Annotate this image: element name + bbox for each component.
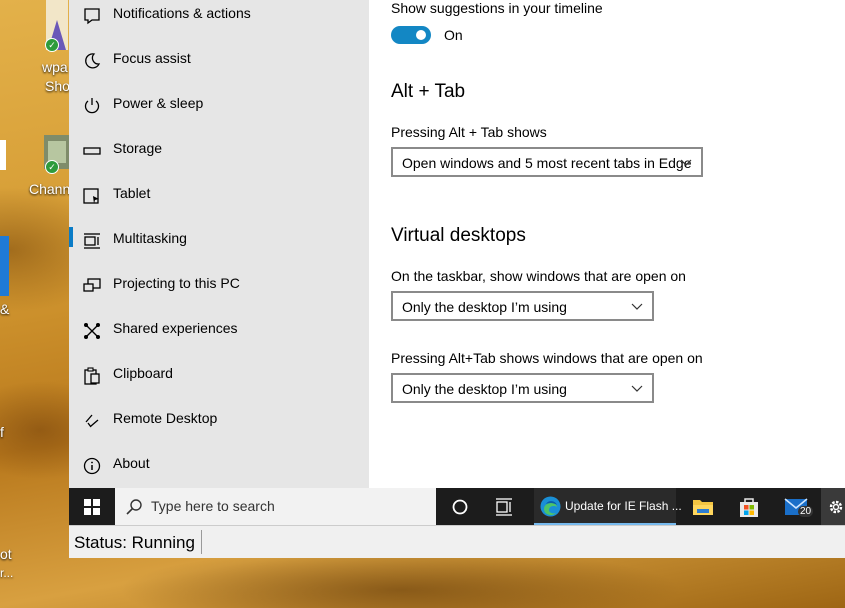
search-placeholder: Type here to search	[151, 498, 275, 514]
sidebar-item-projecting[interactable]: Projecting to this PC	[69, 266, 369, 311]
status-text: Status: Running	[74, 533, 195, 552]
sidebar-item-label: Focus assist	[113, 50, 191, 66]
sidebar-item-label: Multitasking	[113, 230, 187, 246]
power-icon	[84, 98, 100, 114]
edge-browser-icon	[540, 496, 561, 517]
multitasking-icon	[84, 233, 100, 249]
alttab-desktops-dropdown[interactable]: Only the desktop I’m using	[391, 373, 654, 403]
sync-check-icon: ✓	[45, 160, 59, 174]
chevron-down-icon	[631, 303, 643, 310]
remote-desktop-icon	[85, 414, 99, 428]
sidebar-item-label: Projecting to this PC	[113, 275, 240, 291]
settings-taskbar-button[interactable]	[821, 488, 845, 525]
search-icon	[126, 499, 142, 515]
notification-icon	[84, 8, 100, 25]
taskbar-windows-value: Only the desktop I’m using	[402, 299, 567, 315]
sidebar-item-shared-experiences[interactable]: Shared experiences	[69, 311, 369, 356]
cortana-button[interactable]	[441, 488, 479, 525]
desktop-shortcut-icon[interactable]	[0, 140, 8, 170]
settings-content: Show suggestions in your timeline On Alt…	[369, 0, 845, 488]
clipboard-icon	[84, 367, 100, 385]
sidebar-item-focus-assist[interactable]: Focus assist	[69, 41, 369, 86]
mail-badge: 20	[798, 506, 814, 517]
store-bag-icon	[740, 498, 758, 517]
desktop-icon-label[interactable]: f	[0, 424, 4, 440]
taskbar-search-box[interactable]: Type here to search	[115, 488, 436, 525]
sync-check-icon: ✓	[45, 38, 59, 52]
desktop-icon-label[interactable]: r...	[0, 566, 13, 580]
windows-logo-icon	[84, 499, 100, 515]
sidebar-item-label: Tablet	[113, 185, 151, 201]
taskbar: Type here to search Update for IE Flash …	[69, 488, 845, 525]
sidebar-item-label: Storage	[113, 140, 163, 156]
sidebar-item-label: Remote Desktop	[113, 410, 218, 426]
status-bar: Status: Running	[69, 525, 845, 558]
timeline-label: Show suggestions in your timeline	[391, 0, 603, 16]
sidebar-item-label: Clipboard	[113, 365, 173, 381]
desktop-shortcut-icon[interactable]	[0, 236, 10, 296]
alt-tab-heading: Alt + Tab	[391, 81, 466, 102]
status-separator	[201, 530, 202, 554]
tablet-icon	[83, 188, 99, 204]
sidebar-item-clipboard[interactable]: Clipboard	[69, 356, 369, 401]
sidebar-item-remote-desktop[interactable]: Remote Desktop	[69, 401, 369, 446]
sidebar-item-label: Shared experiences	[113, 320, 238, 336]
folder-icon	[693, 500, 713, 515]
settings-window: Notifications & actions Focus assist Pow…	[69, 0, 845, 488]
taskbar-edge-window[interactable]: Update for IE Flash ...	[534, 488, 682, 525]
microsoft-store-button[interactable]	[729, 488, 769, 525]
storage-icon	[83, 147, 101, 155]
sidebar-item-about[interactable]: About	[69, 446, 369, 491]
alttab-desktops-value: Only the desktop I’m using	[402, 381, 567, 397]
taskbar-windows-label: On the taskbar, show windows that are op…	[391, 268, 686, 284]
desktop-icon-label[interactable]: Sho	[45, 78, 70, 94]
sidebar-item-notifications[interactable]: Notifications & actions	[69, 0, 369, 41]
sidebar-item-label: About	[113, 455, 150, 471]
desktop-icon-label[interactable]: Chann	[29, 181, 70, 197]
shared-icon	[84, 323, 100, 339]
start-button[interactable]	[69, 488, 115, 525]
sidebar-item-label: Power & sleep	[113, 95, 204, 111]
sidebar-item-label: Notifications & actions	[113, 5, 251, 21]
settings-sidebar: Notifications & actions Focus assist Pow…	[69, 0, 369, 488]
sidebar-item-multitasking[interactable]: Multitasking	[69, 221, 369, 266]
sidebar-item-storage[interactable]: Storage	[69, 131, 369, 176]
sidebar-item-power-sleep[interactable]: Power & sleep	[69, 86, 369, 131]
info-icon	[83, 457, 101, 475]
virtual-desktops-heading: Virtual desktops	[391, 225, 526, 246]
alt-tab-value: Open windows and 5 most recent tabs in E…	[402, 155, 692, 171]
desktop-icon-label[interactable]: wpa	[42, 59, 68, 75]
chevron-down-icon	[680, 159, 692, 166]
task-view-icon	[496, 498, 512, 516]
mail-button[interactable]: 20	[775, 488, 821, 525]
moon-icon	[85, 53, 101, 69]
timeline-toggle-state: On	[444, 27, 463, 43]
timeline-toggle[interactable]	[391, 26, 431, 44]
alt-tab-label: Pressing Alt + Tab shows	[391, 124, 547, 140]
file-explorer-button[interactable]	[683, 488, 723, 525]
task-view-button[interactable]	[485, 488, 523, 525]
chevron-down-icon	[631, 385, 643, 392]
toggle-knob	[416, 30, 426, 40]
edge-task-label: Update for IE Flash ...	[565, 499, 682, 513]
projecting-icon	[83, 278, 101, 292]
sidebar-item-tablet[interactable]: Tablet	[69, 176, 369, 221]
desktop-icon-label[interactable]: &	[0, 301, 9, 317]
alttab-desktops-label: Pressing Alt+Tab shows windows that are …	[391, 350, 703, 366]
gear-icon	[829, 500, 843, 514]
taskbar-windows-dropdown[interactable]: Only the desktop I’m using	[391, 291, 654, 321]
desktop-icon-label[interactable]: ot	[0, 546, 12, 562]
alt-tab-dropdown[interactable]: Open windows and 5 most recent tabs in E…	[391, 147, 703, 177]
cortana-circle-icon	[452, 499, 468, 515]
